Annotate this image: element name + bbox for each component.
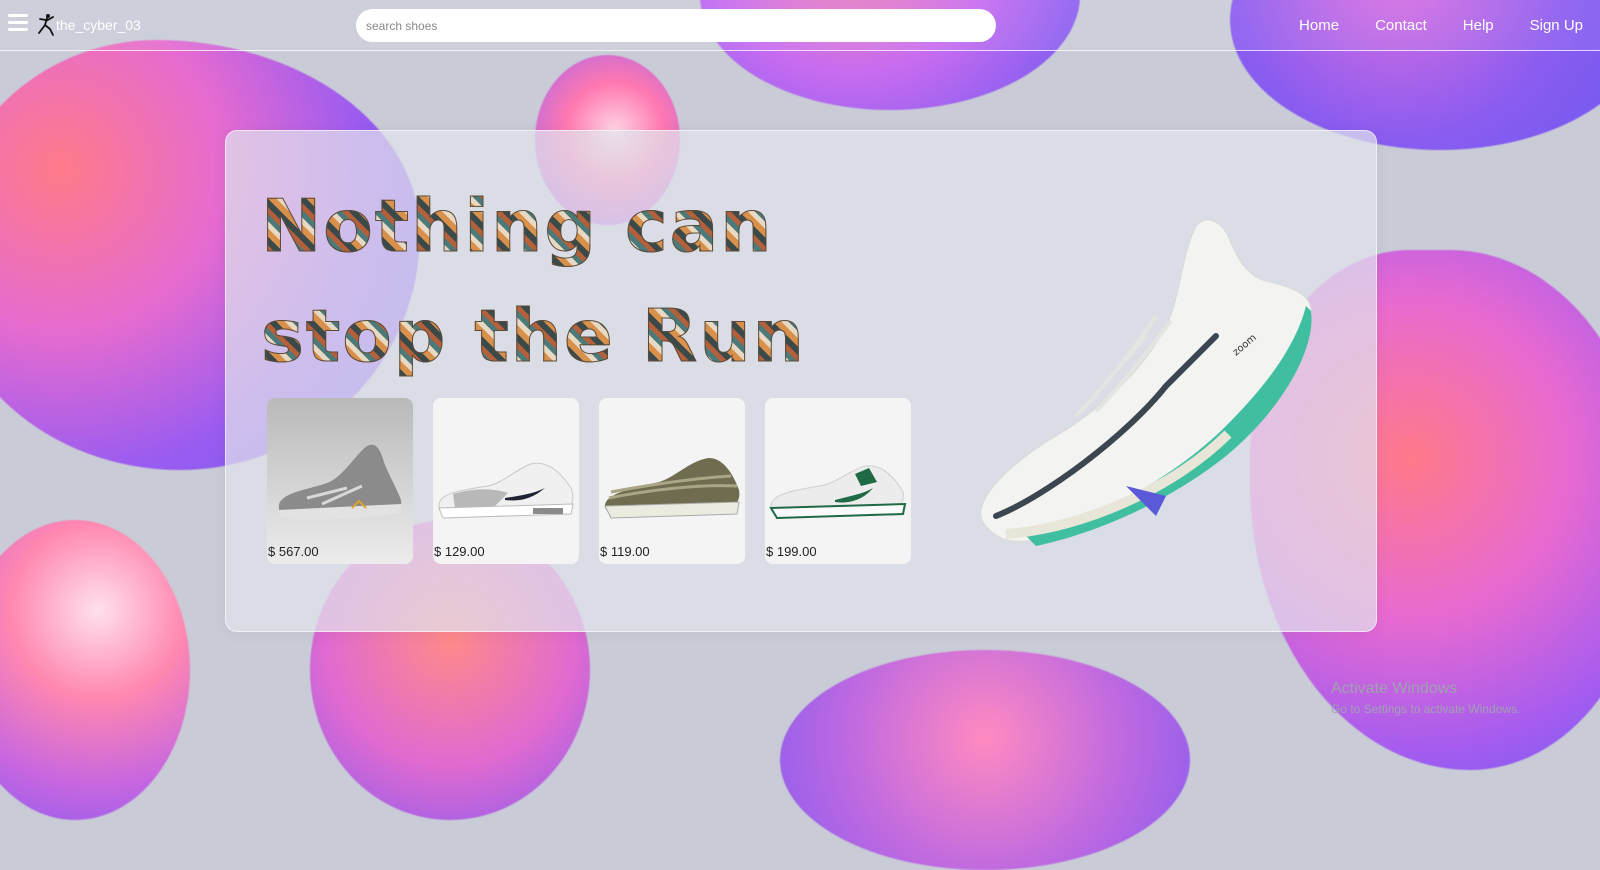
shoe-image xyxy=(769,465,907,520)
product-card[interactable]: $ 567.00 xyxy=(267,398,413,564)
nav-links: Home Contact Help Sign Up xyxy=(1299,0,1600,50)
background-blob xyxy=(0,520,190,820)
featured-shoe-image: zoom xyxy=(980,219,1312,546)
nav-contact-link[interactable]: Contact xyxy=(1375,17,1427,34)
product-card[interactable]: $ 199.00 xyxy=(765,398,911,564)
nav-home-link[interactable]: Home xyxy=(1299,17,1339,34)
product-price: $ 199.00 xyxy=(766,544,817,559)
hero-card: Nothing can stop the Run $ 567.00 $ 129.… xyxy=(225,130,1377,632)
shoe-image xyxy=(604,458,740,519)
product-card[interactable]: $ 129.00 xyxy=(433,398,579,564)
menu-icon[interactable] xyxy=(8,14,28,34)
product-list: $ 567.00 $ 129.00 $ 119.00 $ 199.00 xyxy=(267,398,931,564)
shoe-image xyxy=(438,462,574,519)
navbar: the_cyber_03 Home Contact Help Sign Up xyxy=(0,0,1600,51)
search-input[interactable] xyxy=(356,9,996,42)
background-blob xyxy=(780,650,1190,870)
jumpman-logo-icon[interactable] xyxy=(35,13,57,37)
hero-headline: Nothing can stop the Run xyxy=(261,171,881,391)
nav-signup-link[interactable]: Sign Up xyxy=(1530,17,1583,34)
nav-help-link[interactable]: Help xyxy=(1463,17,1494,34)
product-price: $ 119.00 xyxy=(600,544,650,559)
product-price: $ 567.00 xyxy=(268,544,319,559)
product-card[interactable]: $ 119.00 xyxy=(599,398,745,564)
shoe-image xyxy=(278,444,402,520)
watermark-subtitle: Go to Settings to activate Windows. xyxy=(1331,702,1521,716)
watermark-title: Activate Windows xyxy=(1331,680,1458,697)
windows-activation-watermark: Activate Windows Go to Settings to activ… xyxy=(1331,680,1520,716)
brand-name[interactable]: the_cyber_03 xyxy=(56,17,141,33)
product-price: $ 129.00 xyxy=(434,544,485,559)
